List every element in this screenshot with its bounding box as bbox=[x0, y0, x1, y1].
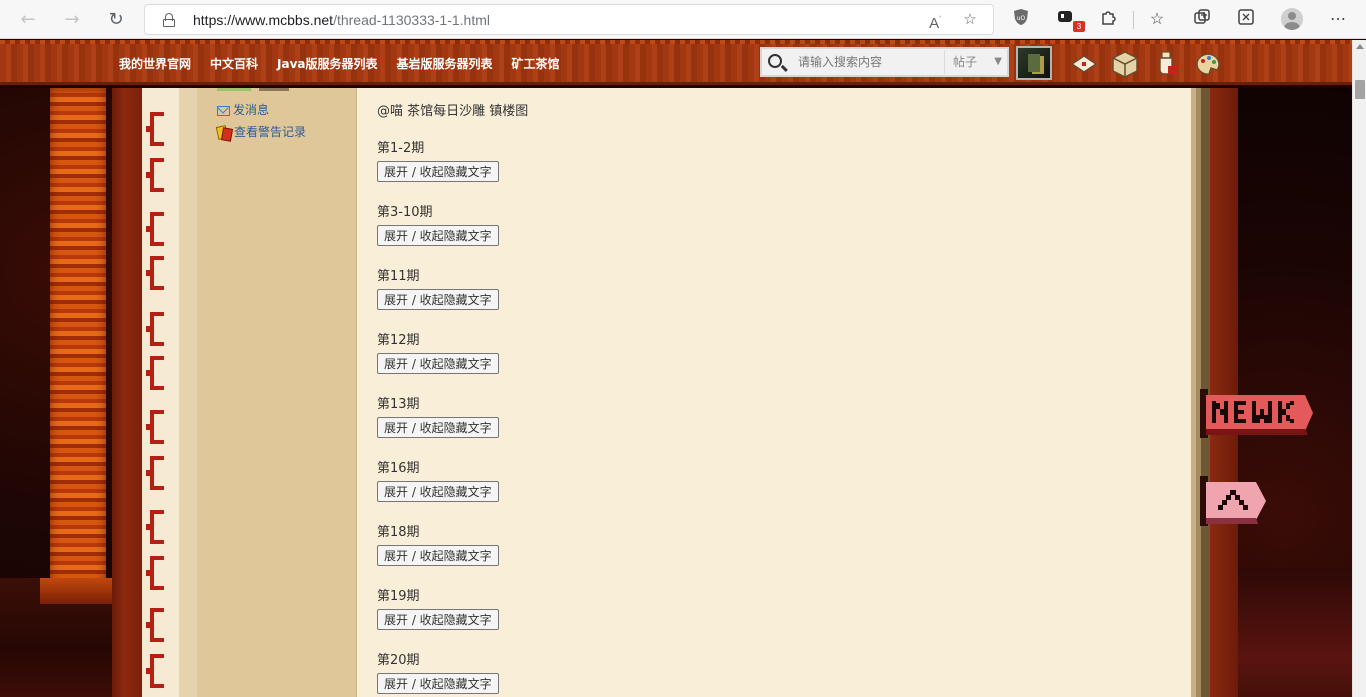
send-message-link[interactable]: 发消息 bbox=[217, 101, 269, 118]
toggle-hidden-text-button[interactable]: 展开 / 收起隐藏文字 bbox=[377, 481, 499, 502]
toggle-hidden-text-button[interactable]: 展开 / 收起隐藏文字 bbox=[377, 225, 499, 246]
page-scrollbar[interactable] bbox=[1352, 40, 1366, 697]
issue-block: 第19期 展开 / 收起隐藏文字 bbox=[377, 588, 499, 630]
new-post-flag-button[interactable] bbox=[1200, 389, 1313, 438]
math-solver-icon[interactable] bbox=[1234, 8, 1258, 32]
binding-ring bbox=[146, 112, 164, 146]
binding-ring bbox=[146, 456, 164, 490]
sidebar-partial-elements bbox=[217, 88, 293, 92]
site-header: 我的世界官网 中文百科 Java版服务器列表 基岩版服务器列表 矿工茶馆 帖子 … bbox=[0, 40, 1352, 85]
refresh-button[interactable]: ↻ bbox=[103, 7, 129, 33]
extension-badge: 3 bbox=[1073, 21, 1085, 32]
binding-tan-strip bbox=[179, 88, 197, 697]
nav-bedrock-servers[interactable]: 基岩版服务器列表 bbox=[397, 55, 493, 72]
collections-icon[interactable] bbox=[1190, 8, 1214, 32]
issue-label: 第11期 bbox=[377, 269, 420, 284]
lavafall-decoration bbox=[50, 88, 106, 603]
issue-label: 第1-2期 bbox=[377, 141, 425, 156]
scrollbar-thumb[interactable] bbox=[1355, 80, 1365, 99]
nav-teahouse[interactable]: 矿工茶馆 bbox=[512, 55, 560, 72]
site-search: 帖子 ▼ bbox=[760, 47, 1009, 77]
read-aloud-icon[interactable]: Aʼ bbox=[925, 10, 945, 32]
binding-ring bbox=[146, 212, 164, 246]
lock-icon[interactable] bbox=[163, 13, 175, 27]
issue-label: 第13期 bbox=[377, 397, 420, 412]
potion-icon[interactable] bbox=[1152, 50, 1182, 78]
svg-text:uO: uO bbox=[1017, 15, 1026, 22]
issue-label: 第16期 bbox=[377, 461, 420, 476]
scroll-up-arrow-icon[interactable] bbox=[1356, 44, 1364, 49]
binding-ring bbox=[146, 608, 164, 642]
author-sidebar: 发消息 查看警告记录 bbox=[197, 88, 357, 697]
issue-block: 第12期 展开 / 收起隐藏文字 bbox=[377, 332, 499, 374]
url-text[interactable]: https://www.mcbbs.net/thread-1130333-1-1… bbox=[193, 12, 490, 28]
toggle-hidden-text-button[interactable]: 展开 / 收起隐藏文字 bbox=[377, 673, 499, 694]
chevron-down-icon: ▼ bbox=[994, 56, 1002, 67]
warning-cards-icon bbox=[217, 126, 231, 138]
favorites-icon[interactable]: ☆ bbox=[1145, 8, 1169, 32]
issue-block: 第11期 展开 / 收起隐藏文字 bbox=[377, 268, 499, 310]
issue-block: 第1-2期 展开 / 收起隐藏文字 bbox=[377, 140, 499, 182]
lava-pool-decoration bbox=[0, 578, 112, 697]
issue-block: 第16期 展开 / 收起隐藏文字 bbox=[377, 460, 499, 502]
site-nav: 我的世界官网 中文百科 Java版服务器列表 基岩版服务器列表 矿工茶馆 bbox=[119, 55, 560, 72]
nav-minecraft-official[interactable]: 我的世界官网 bbox=[119, 55, 191, 72]
toggle-hidden-text-button[interactable]: 展开 / 收起隐藏文字 bbox=[377, 353, 499, 374]
toggle-hidden-text-button[interactable]: 展开 / 收起隐藏文字 bbox=[377, 289, 499, 310]
search-input[interactable] bbox=[798, 52, 940, 72]
binding-ring bbox=[146, 256, 164, 290]
warning-record-link[interactable]: 查看警告记录 bbox=[217, 123, 306, 140]
more-menu-icon[interactable]: ⋯ bbox=[1326, 8, 1350, 32]
toggle-hidden-text-button[interactable]: 展开 / 收起隐藏文字 bbox=[377, 545, 499, 566]
back-to-top-flag-button[interactable] bbox=[1200, 476, 1266, 526]
ublock-extension-icon[interactable]: uO bbox=[1009, 8, 1033, 32]
message-envelope-icon[interactable] bbox=[1069, 50, 1099, 78]
binding-ring bbox=[146, 510, 164, 544]
binding-ring bbox=[146, 158, 164, 192]
issue-label: 第18期 bbox=[377, 525, 420, 540]
search-type-label: 帖子 bbox=[953, 55, 978, 69]
issue-block: 第13期 展开 / 收起隐藏文字 bbox=[377, 396, 499, 438]
binding-ring bbox=[146, 356, 164, 390]
toggle-hidden-text-button[interactable]: 展开 / 收起隐藏文字 bbox=[377, 609, 499, 630]
palette-icon[interactable] bbox=[1193, 50, 1223, 78]
user-avatar[interactable] bbox=[1016, 46, 1052, 80]
browser-toolbar: ← → ↻ https://www.mcbbs.net/thread-11303… bbox=[0, 0, 1366, 39]
nav-java-servers[interactable]: Java版服务器列表 bbox=[277, 55, 377, 72]
post-heading: @喵 茶馆每日沙雕 镇楼图 bbox=[377, 104, 529, 119]
search-type-select[interactable]: 帖子 ▼ bbox=[944, 50, 1006, 74]
toggle-hidden-text-button[interactable]: 展开 / 收起隐藏文字 bbox=[377, 417, 499, 438]
issue-block: 第20期 展开 / 收起隐藏文字 bbox=[377, 652, 499, 694]
binding-ring bbox=[146, 312, 164, 346]
issue-label: 第19期 bbox=[377, 589, 420, 604]
post-content: @喵 茶馆每日沙雕 镇楼图 第1-2期 展开 / 收起隐藏文字 第3-10期 展… bbox=[357, 88, 1191, 697]
forward-button[interactable]: → bbox=[59, 7, 85, 33]
mail-icon bbox=[217, 106, 230, 116]
back-button[interactable]: ← bbox=[15, 7, 41, 33]
warning-record-label: 查看警告记录 bbox=[234, 125, 307, 139]
send-message-label: 发消息 bbox=[233, 103, 270, 117]
toolbar-divider bbox=[1133, 11, 1134, 29]
search-icon[interactable] bbox=[768, 54, 782, 68]
toggle-hidden-text-button[interactable]: 展开 / 收起隐藏文字 bbox=[377, 161, 499, 182]
new-pixel-text-icon bbox=[1212, 401, 1294, 423]
add-favorite-icon[interactable]: ☆ bbox=[960, 10, 980, 30]
book-binding-left bbox=[112, 88, 197, 697]
issue-label: 第3-10期 bbox=[377, 205, 433, 220]
issue-block: 第18期 展开 / 收起隐藏文字 bbox=[377, 524, 499, 566]
binding-ring bbox=[146, 654, 164, 688]
address-bar[interactable]: https://www.mcbbs.net/thread-1130333-1-1… bbox=[144, 4, 994, 35]
profile-avatar[interactable] bbox=[1281, 8, 1303, 30]
binding-ring bbox=[146, 410, 164, 444]
crafting-table-icon[interactable] bbox=[1110, 50, 1140, 78]
issue-label: 第20期 bbox=[377, 653, 420, 668]
issue-label: 第12期 bbox=[377, 333, 420, 348]
binding-dark-strip bbox=[112, 88, 142, 697]
nav-wiki[interactable]: 中文百科 bbox=[210, 55, 258, 72]
issue-block: 第3-10期 展开 / 收起隐藏文字 bbox=[377, 204, 499, 246]
extensions-puzzle-icon[interactable] bbox=[1097, 8, 1121, 32]
binding-ring bbox=[146, 556, 164, 590]
